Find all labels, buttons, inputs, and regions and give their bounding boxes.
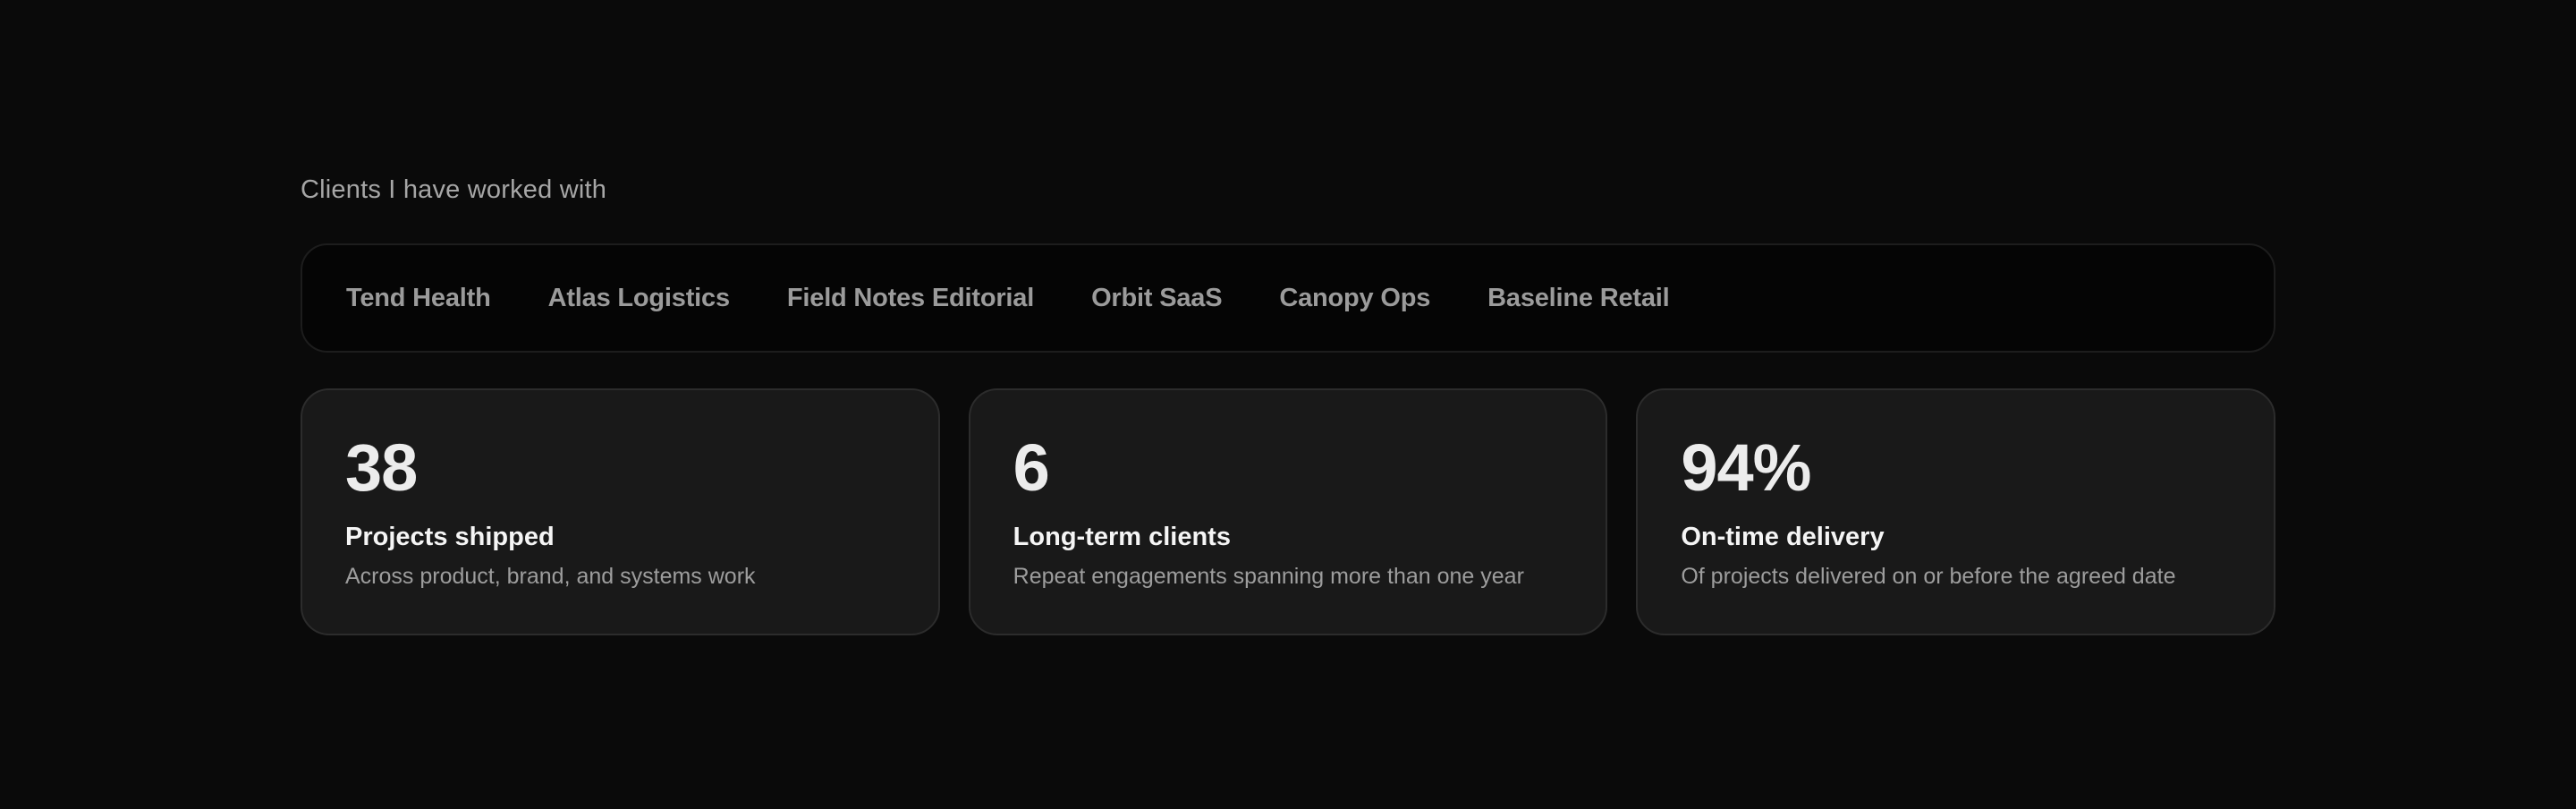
client-name-canopy-ops: Canopy Ops: [1279, 283, 1431, 312]
stat-card-projects-shipped: 38 Projects shipped Across product, bran…: [301, 388, 940, 635]
stat-card-on-time-delivery: 94% On-time delivery Of projects deliver…: [1636, 388, 2276, 635]
clients-section: Clients I have worked with Tend Health A…: [301, 170, 2276, 635]
stat-description: Across product, brand, and systems work: [345, 564, 756, 589]
client-logo-strip: Tend Health Atlas Logistics Field Notes …: [301, 243, 2275, 353]
stat-card-long-term-clients: 6 Long-term clients Repeat engagements s…: [968, 388, 1608, 635]
client-name-atlas-logistics: Atlas Logistics: [547, 283, 730, 312]
stat-description: Of projects delivered on or before the a…: [1681, 564, 2176, 589]
stat-value: 94%: [1681, 430, 1811, 505]
stat-value: 38: [345, 430, 418, 505]
stat-label: Projects shipped: [345, 523, 555, 551]
page: Clients I have worked with Tend Health A…: [0, 0, 2576, 809]
client-name-baseline-retail: Baseline Retail: [1487, 283, 1670, 312]
stat-label: On-time delivery: [1681, 523, 1885, 551]
stat-description: Repeat engagements spanning more than on…: [1013, 564, 1524, 589]
client-name-tend-health: Tend Health: [346, 283, 491, 312]
stats-row: 38 Projects shipped Across product, bran…: [301, 388, 2276, 635]
client-name-field-notes-editorial: Field Notes Editorial: [786, 283, 1035, 312]
stat-value: 6: [1013, 430, 1050, 505]
stat-label: Long-term clients: [1013, 523, 1231, 551]
client-name-orbit-saas: Orbit SaaS: [1091, 283, 1223, 312]
section-heading: Clients I have worked with: [301, 175, 607, 204]
